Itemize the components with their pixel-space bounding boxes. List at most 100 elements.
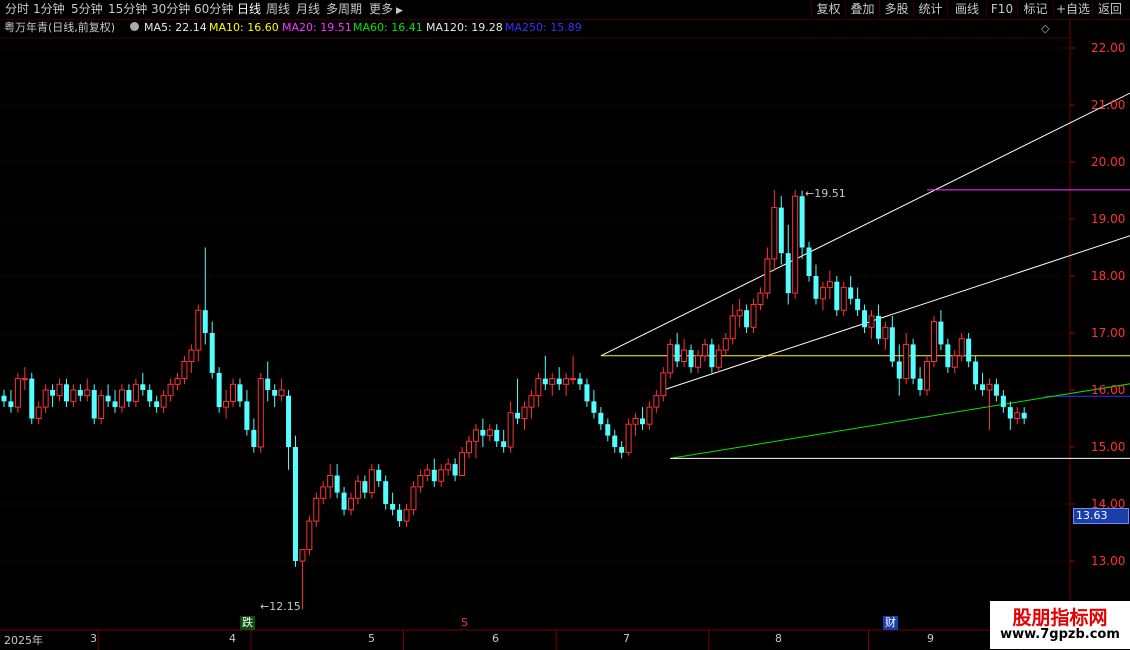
candle-body [958, 338, 965, 357]
candle-body [826, 281, 833, 288]
candle-body [792, 195, 799, 294]
candle-body [535, 378, 542, 397]
month-label: 9 [927, 632, 934, 645]
candle-body [882, 326, 889, 340]
candle-body [410, 486, 417, 511]
candle-body [868, 315, 875, 328]
candle-body [472, 429, 479, 442]
candle-body [42, 389, 49, 408]
candles [1, 189, 1027, 610]
candle-body [452, 464, 458, 476]
candle-body [251, 429, 257, 447]
candle-body [889, 327, 895, 362]
fall-marker[interactable]: 跌 [240, 616, 255, 630]
month-label: 7 [623, 632, 630, 645]
candle-body [938, 321, 944, 345]
candle-body [230, 383, 237, 402]
candle-body [507, 412, 514, 448]
candle-body [764, 258, 771, 294]
price-tick-label: 18.00 [1091, 269, 1125, 283]
candle-body [840, 286, 847, 311]
candle-body [334, 475, 340, 493]
candle-body [21, 378, 28, 381]
candle-body [140, 384, 146, 390]
candle-body [549, 378, 556, 385]
candle-body [112, 401, 118, 408]
month-label: 4 [229, 632, 236, 645]
candle-body [980, 384, 986, 390]
s-marker[interactable]: S [459, 616, 470, 630]
candle-body [910, 344, 916, 379]
candle-body [785, 253, 791, 294]
candle-body [521, 406, 528, 420]
candle-body [556, 378, 562, 385]
candle-body [729, 315, 736, 340]
candle-body [951, 355, 958, 368]
candle-body [896, 361, 902, 379]
candle-body [930, 321, 937, 363]
candle-body [848, 287, 854, 299]
candle-body [709, 344, 715, 368]
candle-body [257, 378, 264, 448]
finance-marker[interactable]: 财 [883, 616, 898, 630]
candle-body [376, 469, 382, 482]
candle-body [174, 378, 181, 385]
candle-body [862, 310, 868, 328]
candle-body [806, 247, 812, 276]
candle-body [563, 378, 570, 385]
price-tick-label: 22.00 [1091, 41, 1125, 55]
candle-body [417, 475, 424, 488]
candle-body [390, 504, 396, 510]
month-label: 3 [90, 632, 97, 645]
price-tick-label: 21.00 [1091, 98, 1125, 112]
candle-body [77, 390, 83, 396]
candle-body [1000, 395, 1006, 408]
candle-body [515, 412, 521, 419]
candle-body [501, 441, 507, 447]
month-label: 6 [492, 632, 499, 645]
candle-body [855, 298, 861, 311]
candle-body [278, 389, 285, 397]
price-tick-label: 16.00 [1091, 383, 1125, 397]
candle-body [653, 395, 660, 408]
candle-body [459, 452, 466, 477]
candle-body [494, 429, 500, 442]
candle-body [98, 395, 105, 420]
candle-body [368, 469, 375, 494]
candle-body [327, 475, 334, 488]
candle-body [209, 333, 215, 373]
candle-body [1014, 412, 1021, 419]
candle-body [757, 292, 764, 306]
price-tick-label: 20.00 [1091, 155, 1125, 169]
candle-body [160, 395, 167, 408]
candle-body [431, 469, 437, 482]
candle-body [612, 435, 618, 447]
candle-body [605, 424, 611, 436]
candle-body [118, 389, 125, 408]
candle-body [354, 480, 361, 499]
candle-body [286, 395, 292, 447]
trend-line [663, 235, 1130, 391]
candle-body [632, 418, 639, 425]
candlestick-chart[interactable]: 13.0014.0015.0016.0017.0018.0019.0020.00… [0, 0, 1130, 650]
candle-body [362, 481, 368, 493]
candle-body [480, 429, 486, 436]
candle-body [50, 390, 56, 396]
candle-body [306, 520, 313, 551]
candle-body [313, 497, 320, 522]
candle-body [105, 395, 111, 402]
candle-body [1007, 407, 1013, 419]
candle-body [778, 207, 784, 254]
month-label: 5 [368, 632, 375, 645]
time-axis [97, 630, 1022, 650]
candle-body [1021, 412, 1027, 419]
candle-body [35, 406, 42, 420]
candle-body [445, 463, 452, 471]
candle-body [216, 372, 222, 408]
candle-body [875, 315, 881, 339]
candle-body [195, 309, 202, 351]
candle-body [486, 429, 493, 437]
chart-grid [0, 19, 1130, 631]
candle-body [813, 276, 819, 299]
candle-body [598, 412, 604, 425]
